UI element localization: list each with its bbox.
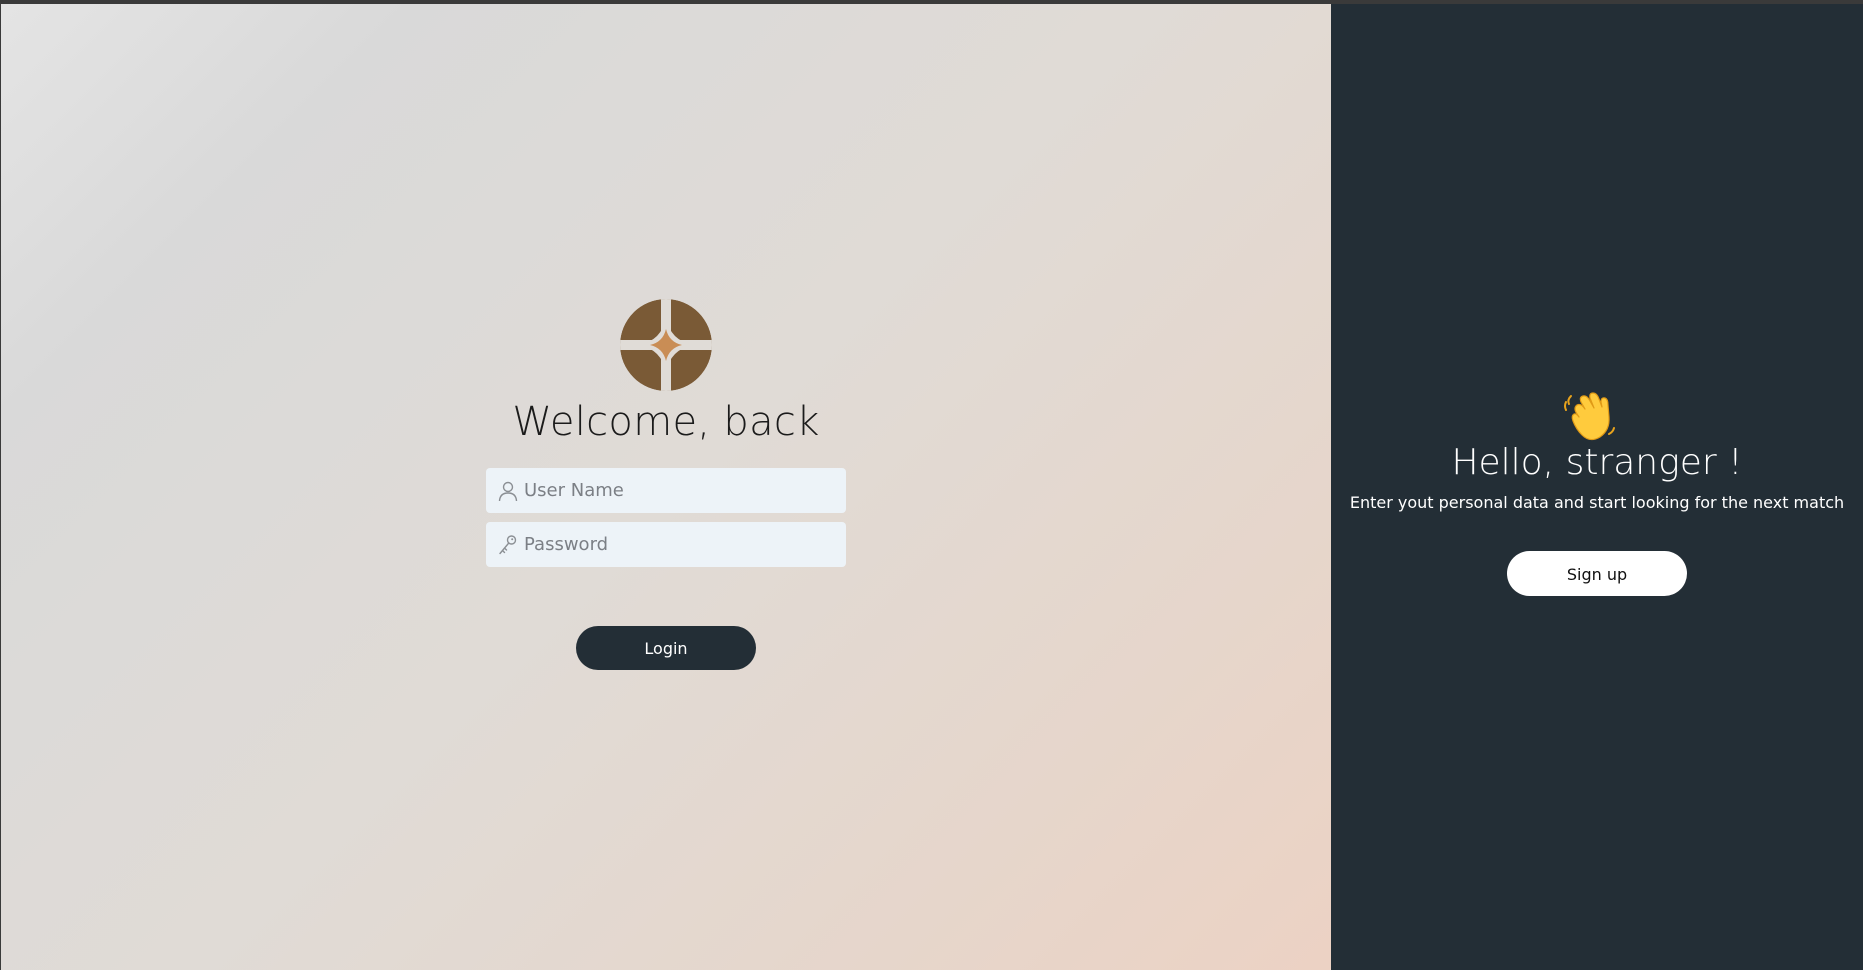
signup-subtitle: Enter yout personal data and start looki…	[1349, 493, 1845, 512]
signup-button[interactable]: Sign up	[1507, 551, 1687, 596]
username-input[interactable]	[520, 469, 826, 512]
key-icon	[499, 534, 517, 554]
user-icon	[498, 481, 518, 501]
hello-title: Hello, stranger !	[1451, 442, 1743, 483]
password-field[interactable]	[486, 522, 846, 567]
password-input[interactable]	[520, 523, 826, 566]
compass-star-logo-icon	[620, 299, 712, 391]
login-button[interactable]: Login	[576, 626, 756, 670]
waving-hand-icon	[1564, 392, 1615, 441]
welcome-title: Welcome, back	[512, 399, 820, 445]
username-field[interactable]	[486, 468, 846, 513]
